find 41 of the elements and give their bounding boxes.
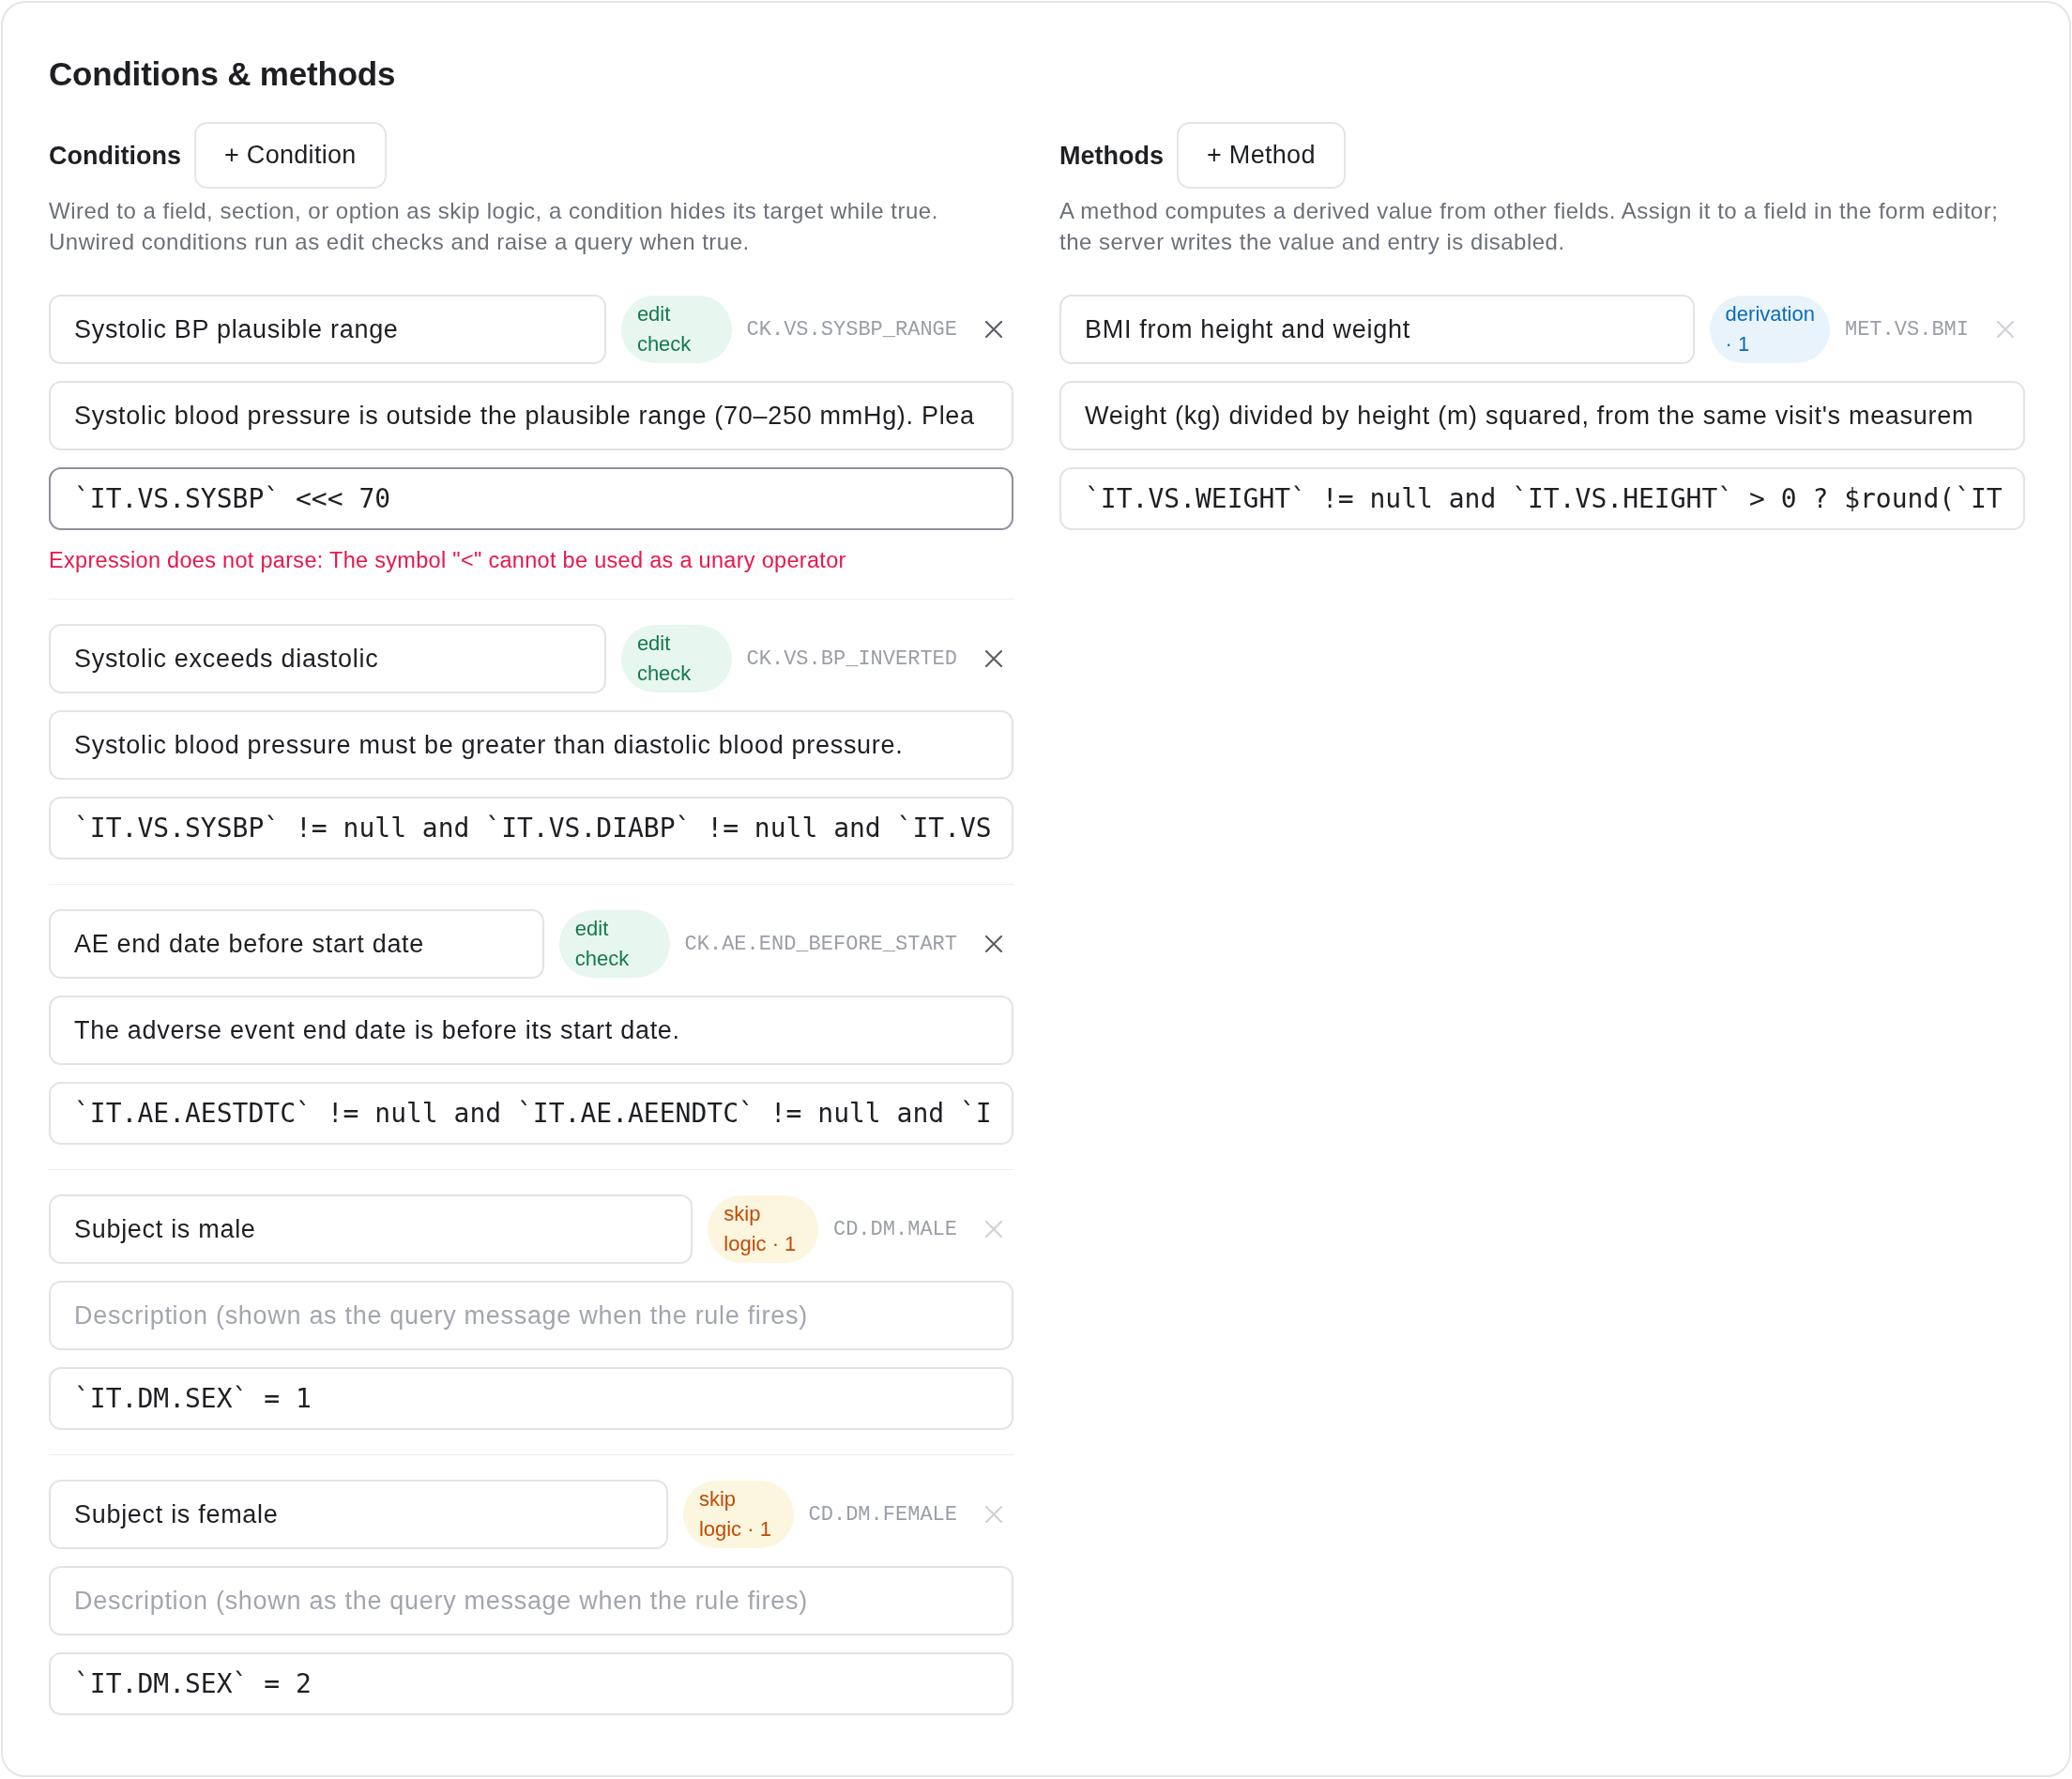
rule-type-badge: skip logic · 1 bbox=[682, 1481, 794, 1548]
expression-field[interactable]: `IT.DM.SEX` = 2 bbox=[49, 1652, 1013, 1715]
rule-code: CD.DM.FEMALE bbox=[808, 1502, 957, 1527]
name-field[interactable]: Systolic BP plausible range bbox=[49, 295, 606, 364]
add-button[interactable]: + Condition bbox=[194, 122, 387, 189]
name-field[interactable]: Subject is male bbox=[49, 1194, 693, 1264]
description-field[interactable]: Systolic blood pressure must be greater than diastolic blood pressure. bbox=[49, 710, 1013, 780]
close-icon[interactable] bbox=[985, 935, 1002, 952]
error-message: Expression does not parse: The symbol "<" cannot be used as a unary operator bbox=[49, 547, 847, 574]
description-field[interactable]: Description (shown as the query message when the rule fires) bbox=[49, 1566, 1013, 1635]
section-description: A method computes a derived value from other fields. Assign it to a field in the form editor; the server writes the value and entry is disabled. bbox=[1059, 197, 2000, 256]
section-description: Wired to a field, section, or option as skip logic, a condition hides its target while true. Unwired conditions run as edit checks and raise a query when true. bbox=[49, 197, 939, 256]
close-icon[interactable] bbox=[985, 650, 1002, 667]
page-title: Conditions & methods bbox=[49, 54, 397, 94]
rule-type-badge: derivation · 1 bbox=[1709, 296, 1830, 363]
rule-type-badge: edit check bbox=[558, 910, 670, 978]
rule-type-badge: edit check bbox=[620, 296, 732, 363]
rule-type-badge: skip logic · 1 bbox=[708, 1195, 818, 1263]
description-field[interactable]: Description (shown as the query message when the rule fires) bbox=[49, 1281, 1013, 1350]
section-heading: Methods bbox=[1059, 140, 1164, 172]
rule-code: MET.VS.BMI bbox=[1844, 317, 1969, 342]
description-field[interactable]: Weight (kg) divided by height (m) squared, from the same visit's measurem bbox=[1059, 381, 2025, 450]
expression-field[interactable]: `IT.AE.AESTDTC` != null and `IT.AE.AEENDTC` != null and `I bbox=[49, 1082, 1013, 1145]
section-heading: Conditions bbox=[49, 140, 181, 172]
description-field[interactable]: The adverse event end date is before its start date. bbox=[49, 996, 1013, 1065]
name-field[interactable]: AE end date before start date bbox=[49, 909, 544, 979]
name-field[interactable]: Systolic exceeds diastolic bbox=[49, 624, 606, 693]
name-field[interactable]: Subject is female bbox=[49, 1480, 668, 1549]
description-field[interactable]: Systolic blood pressure is outside the plausible range (70–250 mmHg). Plea bbox=[49, 381, 1013, 450]
expression-field[interactable]: `IT.VS.SYSBP` != null and `IT.VS.DIABP` != null and `IT.VS bbox=[49, 797, 1013, 859]
rule-code: CK.AE.END_BEFORE_START bbox=[684, 932, 957, 956]
expression-field[interactable]: `IT.VS.WEIGHT` != null and `IT.VS.HEIGHT` > 0 ? $round(`IT bbox=[1059, 467, 2025, 530]
rule-code: CK.VS.BP_INVERTED bbox=[746, 646, 957, 671]
expression-field[interactable]: `IT.DM.SEX` = 1 bbox=[49, 1367, 1013, 1430]
expression-field[interactable]: `IT.VS.SYSBP` <<< 70 bbox=[49, 467, 1013, 530]
rule-code: CK.VS.SYSBP_RANGE bbox=[746, 317, 957, 342]
name-field[interactable]: BMI from height and weight bbox=[1059, 295, 1695, 364]
add-button[interactable]: + Method bbox=[1177, 122, 1346, 189]
rule-type-badge: edit check bbox=[620, 625, 732, 692]
close-icon[interactable] bbox=[985, 321, 1002, 338]
rule-code: CD.DM.MALE bbox=[832, 1217, 957, 1241]
